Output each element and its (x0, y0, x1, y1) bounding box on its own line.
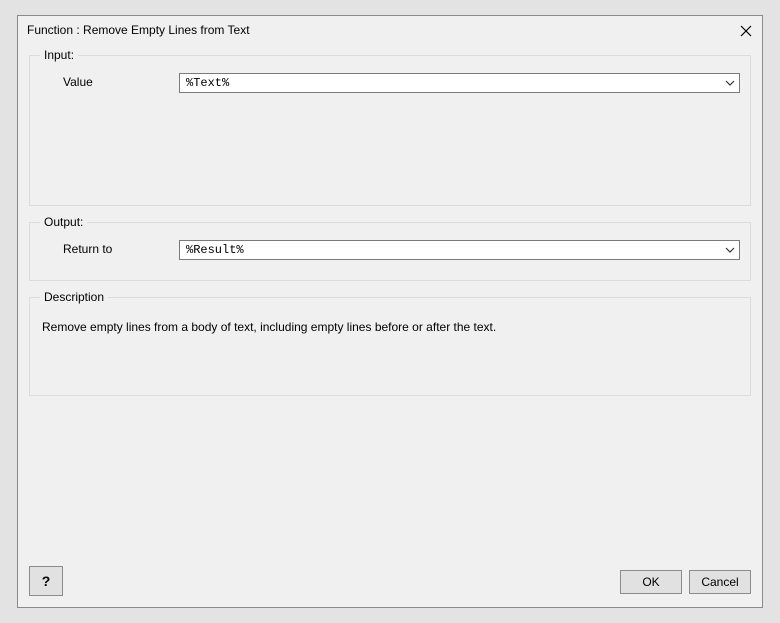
return-to-combobox-text: %Result% (180, 243, 721, 257)
help-button-label: ? (42, 573, 51, 589)
value-combobox[interactable]: %Text% (179, 73, 740, 93)
input-group-legend: Input: (40, 48, 78, 62)
help-button[interactable]: ? (29, 566, 63, 596)
return-to-label: Return to (63, 242, 112, 256)
input-group: Input: Value %Text% (29, 55, 751, 206)
value-label: Value (63, 75, 93, 89)
description-group: Description Remove empty lines from a bo… (29, 297, 751, 396)
value-combobox-text: %Text% (180, 76, 721, 90)
close-button[interactable] (737, 22, 755, 40)
ok-button[interactable]: OK (620, 570, 682, 594)
output-group: Output: Return to %Result% (29, 222, 751, 281)
ok-button-label: OK (642, 575, 659, 589)
return-to-combobox[interactable]: %Result% (179, 240, 740, 260)
description-group-legend: Description (40, 290, 108, 304)
dialog-title: Function : Remove Empty Lines from Text (27, 23, 250, 37)
chevron-down-icon (721, 74, 739, 92)
cancel-button-label: Cancel (701, 575, 738, 589)
function-dialog: Function : Remove Empty Lines from Text … (17, 15, 763, 608)
output-group-legend: Output: (40, 215, 87, 229)
titlebar: Function : Remove Empty Lines from Text (18, 16, 762, 46)
chevron-down-icon (721, 241, 739, 259)
close-icon (740, 25, 752, 37)
cancel-button[interactable]: Cancel (689, 570, 751, 594)
description-text: Remove empty lines from a body of text, … (42, 319, 738, 336)
